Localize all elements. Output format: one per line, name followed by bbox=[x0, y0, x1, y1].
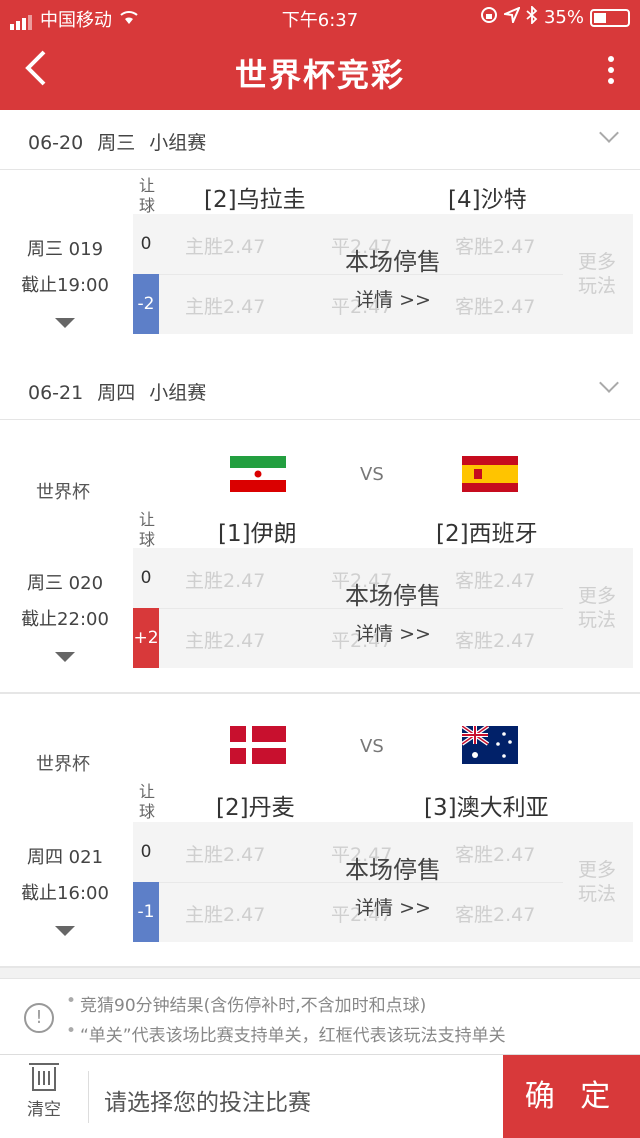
league-label: 世界杯 bbox=[36, 754, 90, 775]
match-divider bbox=[0, 966, 640, 968]
away-win-odds-handicap: 客胜2.47 bbox=[455, 904, 536, 926]
more-plays-button[interactable]: 更多 玩法 bbox=[573, 858, 621, 906]
vs-label: VS bbox=[360, 464, 384, 485]
status-bar: 中国移动 下午6:37 35% bbox=[0, 0, 640, 34]
match-meta[interactable]: 周四 021 截止16:00 bbox=[20, 840, 110, 936]
league-label: 世界杯 bbox=[36, 482, 90, 503]
suspended-notice[interactable]: 本场停售 详情 >> bbox=[328, 242, 458, 312]
more-plays-button[interactable]: 更多 玩法 bbox=[573, 250, 621, 298]
handicap-label: 让球 bbox=[138, 176, 155, 215]
match-deadline: 截止22:00 bbox=[21, 609, 109, 630]
away-team: [2]西班牙 bbox=[436, 521, 538, 547]
suspended-notice[interactable]: 本场停售 详情 >> bbox=[328, 850, 458, 920]
handicap-value: +2 bbox=[133, 608, 159, 668]
match-deadline: 截止16:00 bbox=[21, 883, 109, 904]
clear-button[interactable]: 清空 bbox=[22, 1063, 66, 1120]
bottom-bar: 清空 请选择您的投注比赛 确 定 bbox=[0, 1054, 640, 1138]
odds-grid: 0 -1 主胜2.47 平2.47 客胜2.47 主胜2.47 平2.47 客胜… bbox=[133, 822, 633, 942]
australia-flag-icon bbox=[460, 724, 518, 764]
nav-bar: 世界杯竞彩 bbox=[0, 34, 640, 110]
more-plays-button[interactable]: 更多 玩法 bbox=[573, 584, 621, 632]
away-win-odds: 客胜2.47 bbox=[455, 844, 536, 866]
suspended-notice[interactable]: 本场停售 详情 >> bbox=[328, 576, 458, 646]
details-link[interactable]: 详情 >> bbox=[328, 893, 458, 920]
home-team: [1]伊朗 bbox=[218, 521, 297, 547]
handicap-zero: 0 bbox=[140, 568, 152, 588]
suspended-label: 本场停售 bbox=[345, 856, 441, 884]
trash-icon bbox=[29, 1063, 59, 1091]
home-win-odds-handicap: 主胜2.47 bbox=[185, 904, 266, 926]
confirm-button[interactable]: 确 定 bbox=[503, 1055, 640, 1138]
more-options-button[interactable] bbox=[606, 56, 616, 86]
expand-arrow-icon[interactable] bbox=[55, 926, 75, 936]
match-card-020: 世界杯 VS 让球 [1]伊朗 [2]西班牙 周三 020 截止22:00 0 … bbox=[0, 420, 640, 692]
lock-rotation-icon bbox=[480, 6, 498, 29]
date-header-text: 06-21 周四 小组赛 bbox=[28, 382, 207, 404]
denmark-flag-icon bbox=[230, 726, 286, 764]
top-bar: 中国移动 下午6:37 35% 世界杯竞彩 bbox=[0, 0, 640, 110]
handicap-value: -1 bbox=[133, 882, 159, 942]
suspended-label: 本场停售 bbox=[345, 248, 441, 276]
battery-percent: 35% bbox=[543, 7, 584, 28]
home-win-odds: 主胜2.47 bbox=[185, 236, 266, 258]
match-deadline: 截止19:00 bbox=[21, 275, 109, 296]
clear-label: 清空 bbox=[27, 1100, 61, 1120]
rules-notes: ! 竞猜90分钟结果(含伤停补时,不含加时和点球) “单关”代表该场比赛支持单关… bbox=[0, 978, 640, 1054]
suspended-label: 本场停售 bbox=[345, 582, 441, 610]
location-icon bbox=[501, 6, 521, 28]
handicap-zero: 0 bbox=[140, 842, 152, 862]
iran-flag-icon bbox=[230, 456, 286, 492]
handicap-zero: 0 bbox=[140, 234, 152, 254]
chevron-down-icon[interactable] bbox=[599, 373, 619, 393]
home-win-odds: 主胜2.47 bbox=[185, 570, 266, 592]
expand-arrow-icon[interactable] bbox=[55, 652, 75, 662]
battery-icon bbox=[590, 8, 630, 27]
spain-flag-icon bbox=[462, 456, 518, 492]
expand-arrow-icon[interactable] bbox=[55, 318, 75, 328]
match-code: 周四 021 bbox=[26, 847, 104, 868]
match-meta[interactable]: 周三 019 截止19:00 bbox=[20, 232, 110, 328]
handicap-label: 让球 bbox=[138, 782, 155, 821]
bluetooth-icon bbox=[526, 4, 538, 29]
chevron-down-icon[interactable] bbox=[599, 123, 619, 143]
odds-grid: 0 -2 主胜2.47 平2.47 客胜2.47 主胜2.47 平2.47 客胜… bbox=[133, 214, 633, 334]
info-icon: ! bbox=[24, 1003, 54, 1033]
home-win-odds-handicap: 主胜2.47 bbox=[185, 296, 266, 318]
note-item: “单关”代表该场比赛支持单关，红框代表该玩法支持单关 bbox=[66, 1021, 506, 1046]
date-header-0620[interactable]: 06-20 周三 小组赛 bbox=[0, 110, 640, 170]
details-link[interactable]: 详情 >> bbox=[328, 619, 458, 646]
vs-label: VS bbox=[360, 736, 384, 757]
handicap-label: 让球 bbox=[138, 510, 155, 549]
home-win-odds-handicap: 主胜2.47 bbox=[185, 630, 266, 652]
match-card-021: 世界杯 VS 让球 [2]丹麦 [3]澳大利亚 周四 021 截止16:00 0… bbox=[0, 694, 640, 966]
selection-hint: 请选择您的投注比赛 bbox=[104, 1090, 311, 1116]
date-header-text: 06-20 周三 小组赛 bbox=[28, 132, 207, 154]
match-code: 周三 019 bbox=[26, 239, 104, 260]
home-team: [2]乌拉圭 bbox=[204, 187, 306, 213]
note-item: 竞猜90分钟结果(含伤停补时,不含加时和点球) bbox=[66, 991, 426, 1016]
details-link[interactable]: 详情 >> bbox=[328, 285, 458, 312]
odds-grid: 0 +2 主胜2.47 平2.47 客胜2.47 主胜2.47 平2.47 客胜… bbox=[133, 548, 633, 668]
away-team: [3]澳大利亚 bbox=[424, 795, 549, 821]
away-team: [4]沙特 bbox=[448, 187, 527, 213]
home-win-odds: 主胜2.47 bbox=[185, 844, 266, 866]
match-code: 周三 020 bbox=[26, 573, 104, 594]
handicap-value: -2 bbox=[133, 274, 159, 334]
match-card-019: 让球 [2]乌拉圭 [4]沙特 周三 019 截止19:00 0 -2 主胜2.… bbox=[0, 170, 640, 360]
match-meta[interactable]: 周三 020 截止22:00 bbox=[20, 566, 110, 662]
home-team: [2]丹麦 bbox=[216, 795, 295, 821]
away-win-odds: 客胜2.47 bbox=[455, 570, 536, 592]
page-title: 世界杯竞彩 bbox=[234, 56, 405, 94]
separator bbox=[88, 1071, 89, 1123]
away-win-odds-handicap: 客胜2.47 bbox=[455, 630, 536, 652]
away-win-odds: 客胜2.47 bbox=[455, 236, 536, 258]
away-win-odds-handicap: 客胜2.47 bbox=[455, 296, 536, 318]
date-header-0621[interactable]: 06-21 周四 小组赛 bbox=[0, 360, 640, 420]
